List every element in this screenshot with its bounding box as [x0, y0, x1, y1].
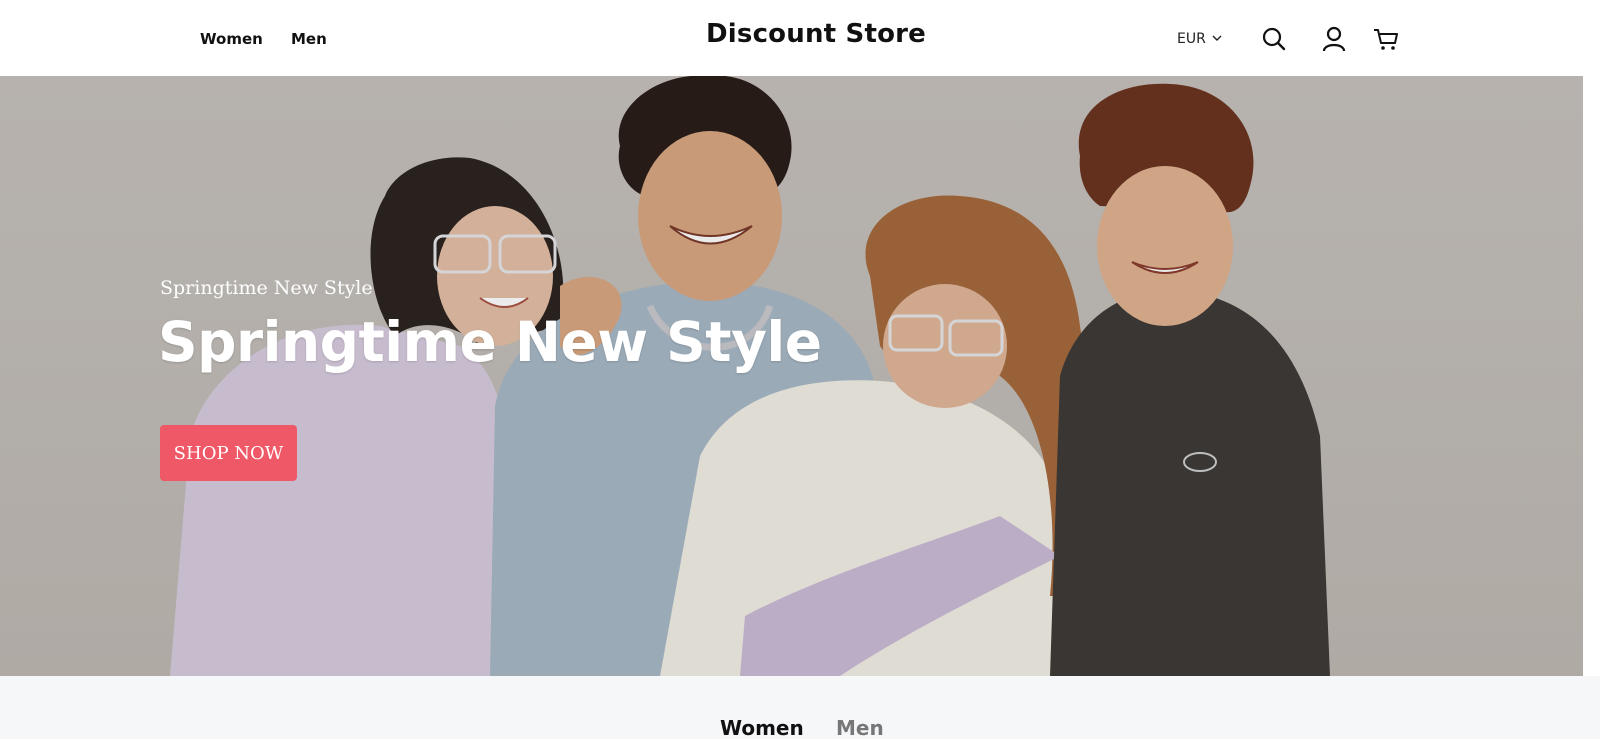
- hero-banner: Springtime New Style Springtime New Styl…: [0, 76, 1583, 676]
- hero-title: Springtime New Style: [158, 310, 822, 374]
- site-header: Women Men Discount Store EUR: [0, 0, 1600, 77]
- search-icon[interactable]: [1260, 25, 1288, 53]
- chevron-down-icon: [1212, 31, 1222, 47]
- store-logo[interactable]: Discount Store: [706, 19, 926, 49]
- page-scrollbar[interactable]: [1583, 76, 1600, 676]
- account-icon[interactable]: [1320, 25, 1348, 53]
- nav-men-link[interactable]: Men: [291, 30, 327, 48]
- currency-selector[interactable]: EUR: [1177, 31, 1222, 47]
- nav-women-link[interactable]: Women: [200, 30, 263, 48]
- currency-label: EUR: [1177, 31, 1206, 47]
- tab-men[interactable]: Men: [836, 716, 884, 740]
- hero-subtitle: Springtime New Style: [160, 277, 373, 299]
- cart-icon[interactable]: [1372, 25, 1400, 53]
- category-tabs-section: Women Men: [0, 676, 1600, 740]
- tab-women[interactable]: Women: [720, 716, 804, 740]
- shop-now-button[interactable]: SHOP NOW: [160, 425, 297, 481]
